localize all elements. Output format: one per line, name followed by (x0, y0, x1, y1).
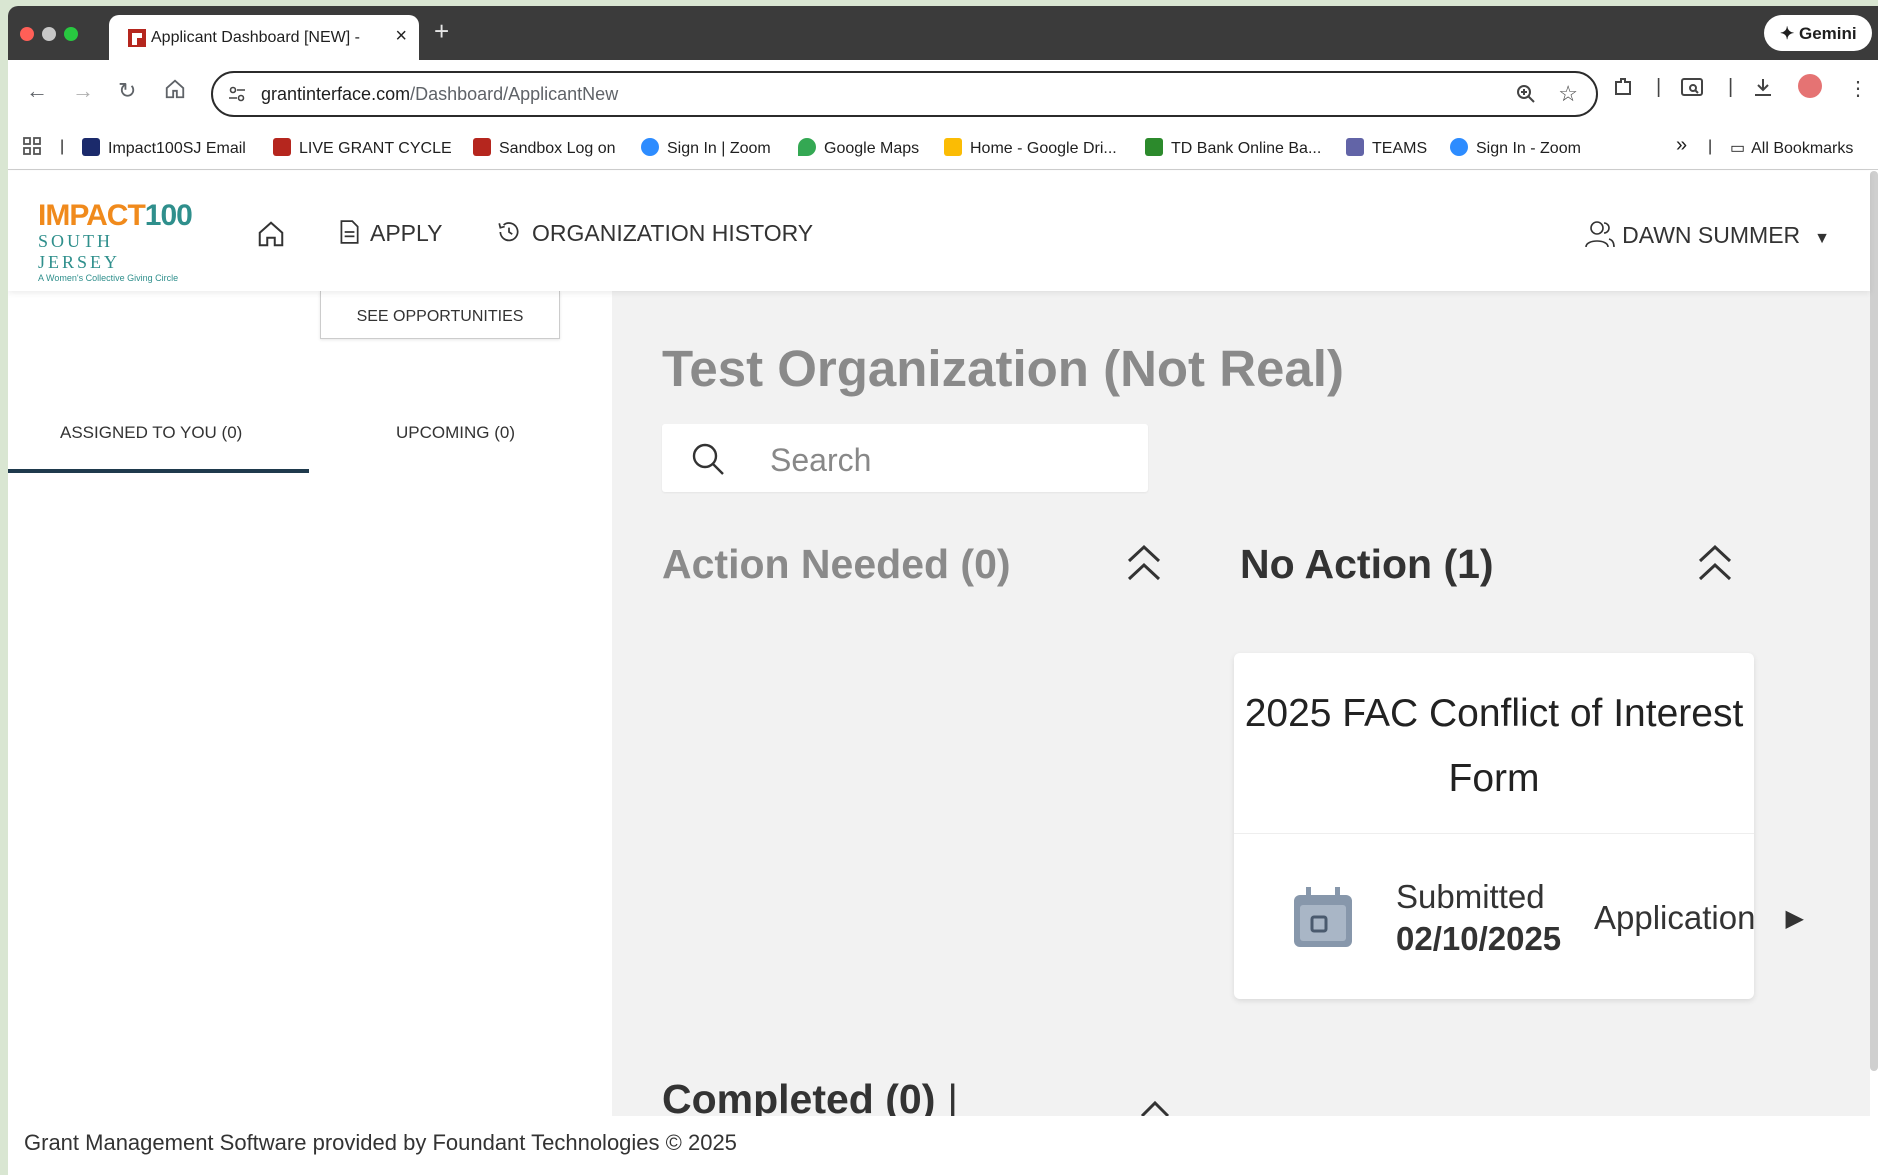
tab-assigned-to-you[interactable]: ASSIGNED TO YOU (0) (60, 423, 242, 443)
drive-icon (944, 138, 962, 156)
divider: | (1656, 76, 1662, 98)
tab-close-icon[interactable]: × (395, 25, 407, 48)
bookmark-teams[interactable]: TEAMS (1346, 138, 1427, 158)
search-input[interactable]: Search (662, 424, 1148, 492)
foundant-icon (273, 138, 291, 156)
logo-wordmark: IMPACT100 (38, 199, 193, 232)
zoom-icon (641, 138, 659, 156)
card-date: 02/10/2025 (1396, 920, 1562, 957)
search-icon (690, 441, 726, 482)
section-no-action: No Action (1) (1240, 541, 1494, 587)
nav-home[interactable] (256, 219, 296, 251)
card-status: Submitted (1396, 878, 1545, 915)
nav-apply[interactable]: APPLY (338, 219, 442, 247)
sparkle-icon: ✦ (1780, 24, 1799, 43)
gemini-label: Gemini (1798, 24, 1857, 43)
back-icon[interactable]: ← (26, 78, 48, 104)
divider: | (1728, 76, 1734, 98)
reload-icon[interactable]: ↻ (118, 78, 136, 104)
address-bar[interactable]: grantinterface.com/Dashboard/ApplicantNe… (211, 71, 1598, 117)
user-menu[interactable]: DAWN SUMMER ▼ (1584, 219, 1830, 249)
browser-tab-active[interactable]: Applicant Dashboard [NEW] - × (109, 15, 419, 60)
application-card[interactable]: 2025 FAC Conflict of Interest Form Submi… (1234, 653, 1804, 999)
impact100-logo[interactable]: IMPACT100 SOUTH JERSEY A Women's Collect… (38, 199, 198, 283)
all-bookmarks-button[interactable]: ▭ All Bookmarks (1730, 138, 1853, 158)
foundant-icon (473, 138, 491, 156)
card-title: 2025 FAC Conflict of Interest Form (1244, 692, 1744, 800)
zoom-magnifier-icon[interactable] (1516, 84, 1536, 109)
bookmark-google-maps[interactable]: Google Maps (798, 138, 919, 158)
section-action-needed: Action Needed (0) (662, 541, 1011, 587)
footer-text: Grant Management Software provided by Fo… (24, 1130, 737, 1155)
tab-title: Applicant Dashboard [NEW] - (151, 29, 360, 46)
tab-upcoming[interactable]: UPCOMING (0) (396, 423, 515, 443)
new-tab-button[interactable]: + (434, 16, 449, 47)
home-icon[interactable] (164, 78, 186, 106)
extensions-icon[interactable] (1612, 76, 1634, 104)
page-footer: Grant Management Software provided by Fo… (8, 1116, 1870, 1175)
calendar-icon (1292, 885, 1354, 954)
browser-toolbar: ← → ↻ grantinterface.com/Dashboard/Appli… (8, 60, 1878, 128)
teams-icon (1346, 138, 1364, 156)
tab-search-icon[interactable] (1680, 76, 1704, 104)
zoom-icon (1450, 138, 1468, 156)
folder-icon: ▭ (1730, 140, 1746, 157)
collapse-no-action-icon[interactable] (1695, 543, 1735, 588)
main-panel: Test Organization (Not Real) Search Acti… (612, 291, 1870, 1175)
active-tab-indicator (8, 469, 309, 473)
maximize-window-button[interactable] (64, 27, 78, 41)
divider: | (60, 138, 65, 155)
bookmark-sign-in-zoom-2[interactable]: Sign In - Zoom (1450, 138, 1581, 158)
minimize-window-button[interactable] (42, 27, 56, 41)
bookmark-sign-in-zoom[interactable]: Sign In | Zoom (641, 138, 771, 158)
td-icon (1145, 138, 1163, 156)
page-content: IMPACT100 SOUTH JERSEY A Women's Collect… (8, 171, 1870, 1175)
nav-organization-history[interactable]: ORGANIZATION HISTORY (496, 219, 813, 247)
bookmark-live-grant-cycle[interactable]: LIVE GRANT CYCLE (273, 138, 452, 158)
foundant-favicon-icon (127, 28, 147, 48)
profile-avatar-icon[interactable] (1798, 74, 1822, 98)
caret-down-icon: ▼ (1814, 230, 1830, 247)
users-icon (1585, 221, 1615, 248)
bookmark-td-bank[interactable]: TD Bank Online Ba... (1145, 138, 1321, 158)
close-window-button[interactable] (20, 27, 34, 41)
history-icon (498, 222, 519, 242)
site-settings-icon[interactable] (227, 84, 247, 109)
browser-window: Applicant Dashboard [NEW] - × + ✦ Gemini… (8, 6, 1878, 1175)
gemini-button[interactable]: ✦ Gemini (1764, 15, 1872, 51)
card-type[interactable]: Application ▶ (1594, 899, 1804, 937)
logo-region: SOUTH JERSEY (38, 231, 121, 272)
download-icon[interactable] (1752, 76, 1774, 104)
logo-tagline: A Women's Collective Giving Circle (38, 273, 179, 283)
search-placeholder: Search (770, 442, 872, 478)
maps-pin-icon (798, 138, 816, 156)
page-title: Test Organization (Not Real) (662, 340, 1344, 397)
bookmark-sandbox-log-on[interactable]: Sandbox Log on (473, 138, 616, 158)
bookmarks-overflow-icon[interactable]: » (1676, 134, 1687, 157)
bookmark-google-drive[interactable]: Home - Google Dri... (944, 138, 1117, 158)
caret-right-icon: ▶ (1785, 905, 1804, 932)
impact-n-icon (82, 138, 100, 156)
bookmark-impact100sj-email[interactable]: Impact100SJ Email (82, 138, 246, 158)
apps-grid-icon[interactable] (22, 136, 42, 161)
divider (1234, 833, 1754, 834)
site-header: IMPACT100 SOUTH JERSEY A Women's Collect… (8, 171, 1870, 291)
see-opportunities-button[interactable]: SEE OPPORTUNITIES (320, 291, 560, 339)
bookmark-star-icon[interactable]: ☆ (1558, 81, 1578, 107)
menu-kebab-icon[interactable]: ⋮ (1848, 76, 1868, 101)
page-scrollbar[interactable] (1870, 171, 1878, 1071)
document-icon (340, 220, 359, 244)
home-icon (258, 221, 284, 247)
divider: | (1708, 138, 1713, 155)
collapse-action-needed-icon[interactable] (1124, 543, 1164, 588)
tab-strip: Applicant Dashboard [NEW] - × + ✦ Gemini (8, 6, 1878, 60)
left-panel: SEE OPPORTUNITIES ASSIGNED TO YOU (0) UP… (8, 291, 612, 1175)
forward-icon[interactable]: → (72, 78, 94, 104)
url-text: grantinterface.com/Dashboard/ApplicantNe… (261, 84, 619, 104)
bookmarks-bar: | Impact100SJ Email LIVE GRANT CYCLE San… (8, 128, 1878, 170)
